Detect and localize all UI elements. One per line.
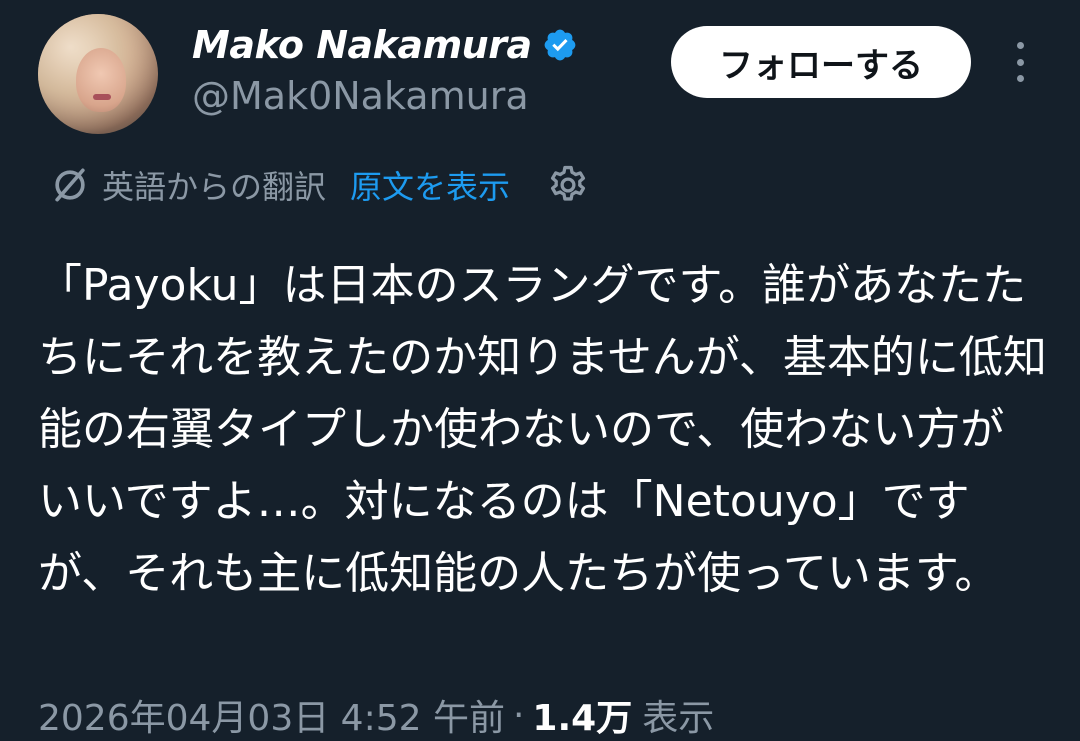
more-options-icon[interactable] xyxy=(1008,42,1032,82)
gear-icon[interactable] xyxy=(546,163,590,207)
views-label: 表示 xyxy=(642,698,715,739)
more-dot xyxy=(1016,75,1024,82)
author-name-row: Mako Nakamura xyxy=(192,20,578,70)
meta-separator: · xyxy=(512,694,525,736)
tweet-text: 「Payoku」は日本のスラングです。誰があなたたちにそれを教えたのか知りません… xyxy=(38,260,1047,599)
tweet-meta: 2026年04月03日 4:52 午前 · 1.4万 表示 xyxy=(38,690,714,740)
translate-icon xyxy=(55,168,85,202)
verified-badge-icon xyxy=(544,29,575,61)
show-original-link[interactable]: 原文を表示 xyxy=(350,162,510,208)
avatar[interactable] xyxy=(38,14,158,134)
more-dot xyxy=(1016,42,1024,49)
views-count: 1.4万 xyxy=(532,698,633,739)
translation-label: 英語からの翻訳 xyxy=(102,168,327,206)
follow-button[interactable]: フォローする xyxy=(671,26,971,98)
translation-bar: 英語からの翻訳 原文を表示 xyxy=(48,160,590,210)
author-handle[interactable]: @Mak0Nakamura xyxy=(192,74,529,118)
avatar-face xyxy=(76,48,126,112)
more-dot xyxy=(1016,58,1024,66)
avatar-lips xyxy=(93,94,111,100)
tweet-timestamp[interactable]: 2026年04月03日 4:52 午前 xyxy=(38,689,505,741)
author-name[interactable]: Mako Nakamura xyxy=(192,23,532,67)
